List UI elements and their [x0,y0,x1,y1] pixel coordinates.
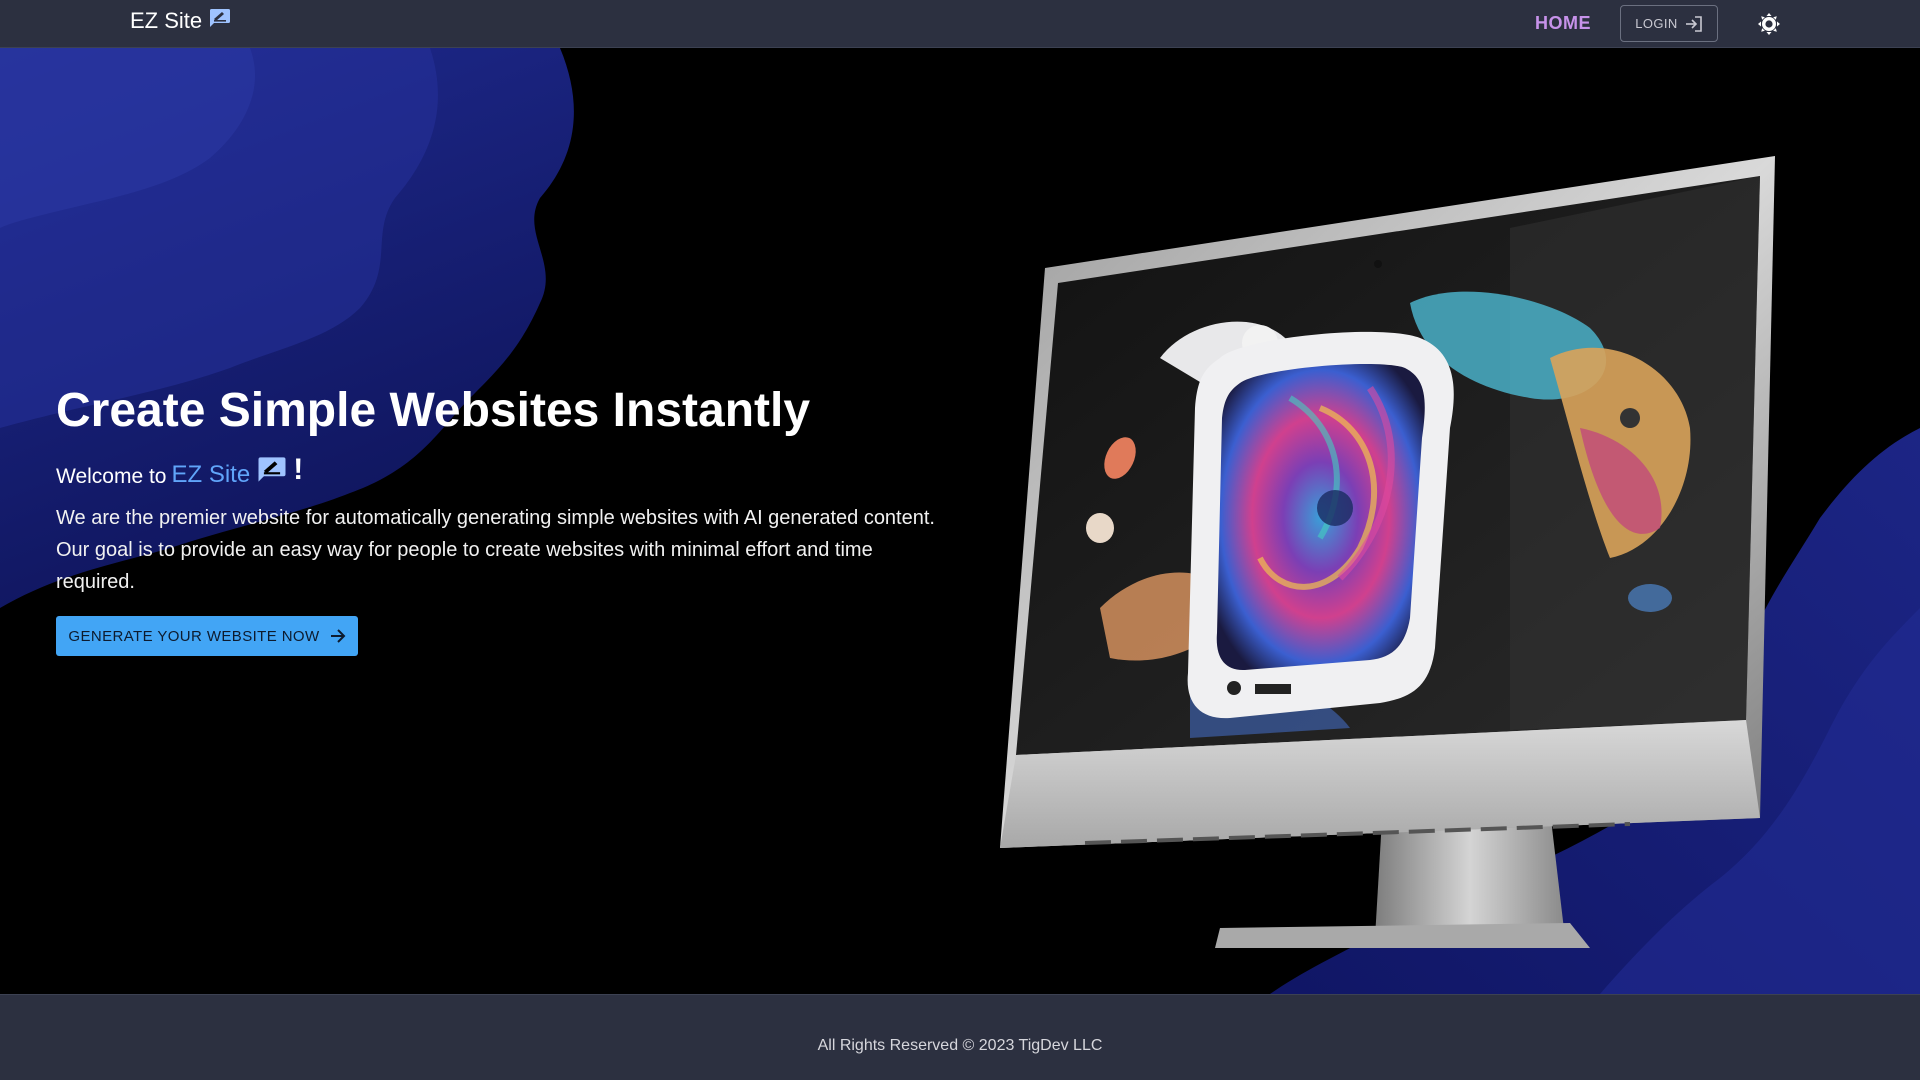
generate-website-button[interactable]: GENERATE YOUR WEBSITE NOW [56,616,358,656]
welcome-prefix: Welcome to [56,465,167,488]
brightness-icon [1757,12,1781,36]
brand-name: EZ Site [130,8,203,33]
welcome-exclamation: ! [293,453,304,486]
brand-logo[interactable]: EZ Site [130,8,231,34]
arrow-right-icon [330,629,346,643]
edit-chat-icon [257,456,287,483]
page-footer: All Rights Reserved © 2023 TigDev LLC [0,994,1920,1080]
theme-toggle-button[interactable] [1757,12,1781,36]
computer-monitor-illustration [1000,156,1775,948]
welcome-line: Welcome to EZ Site ! [56,455,303,489]
welcome-brand-name: EZ Site [171,461,251,488]
login-button-label: LOGIN [1635,16,1678,31]
footer-copyright: All Rights Reserved © 2023 TigDev LLC [817,1037,1103,1054]
login-icon [1685,15,1703,32]
hero-title: Create Simple Websites Instantly [56,384,811,437]
nav-home-link[interactable]: HOME [1535,13,1591,34]
generate-website-button-label: GENERATE YOUR WEBSITE NOW [68,627,320,645]
edit-chat-icon [209,8,231,28]
hero-description: We are the premier website for automatic… [56,507,935,593]
login-button[interactable]: LOGIN [1620,5,1718,42]
top-navbar: EZ Site HOME LOGIN [0,0,1920,48]
hero-section: Create Simple Websites Instantly Welcome… [0,48,1920,994]
